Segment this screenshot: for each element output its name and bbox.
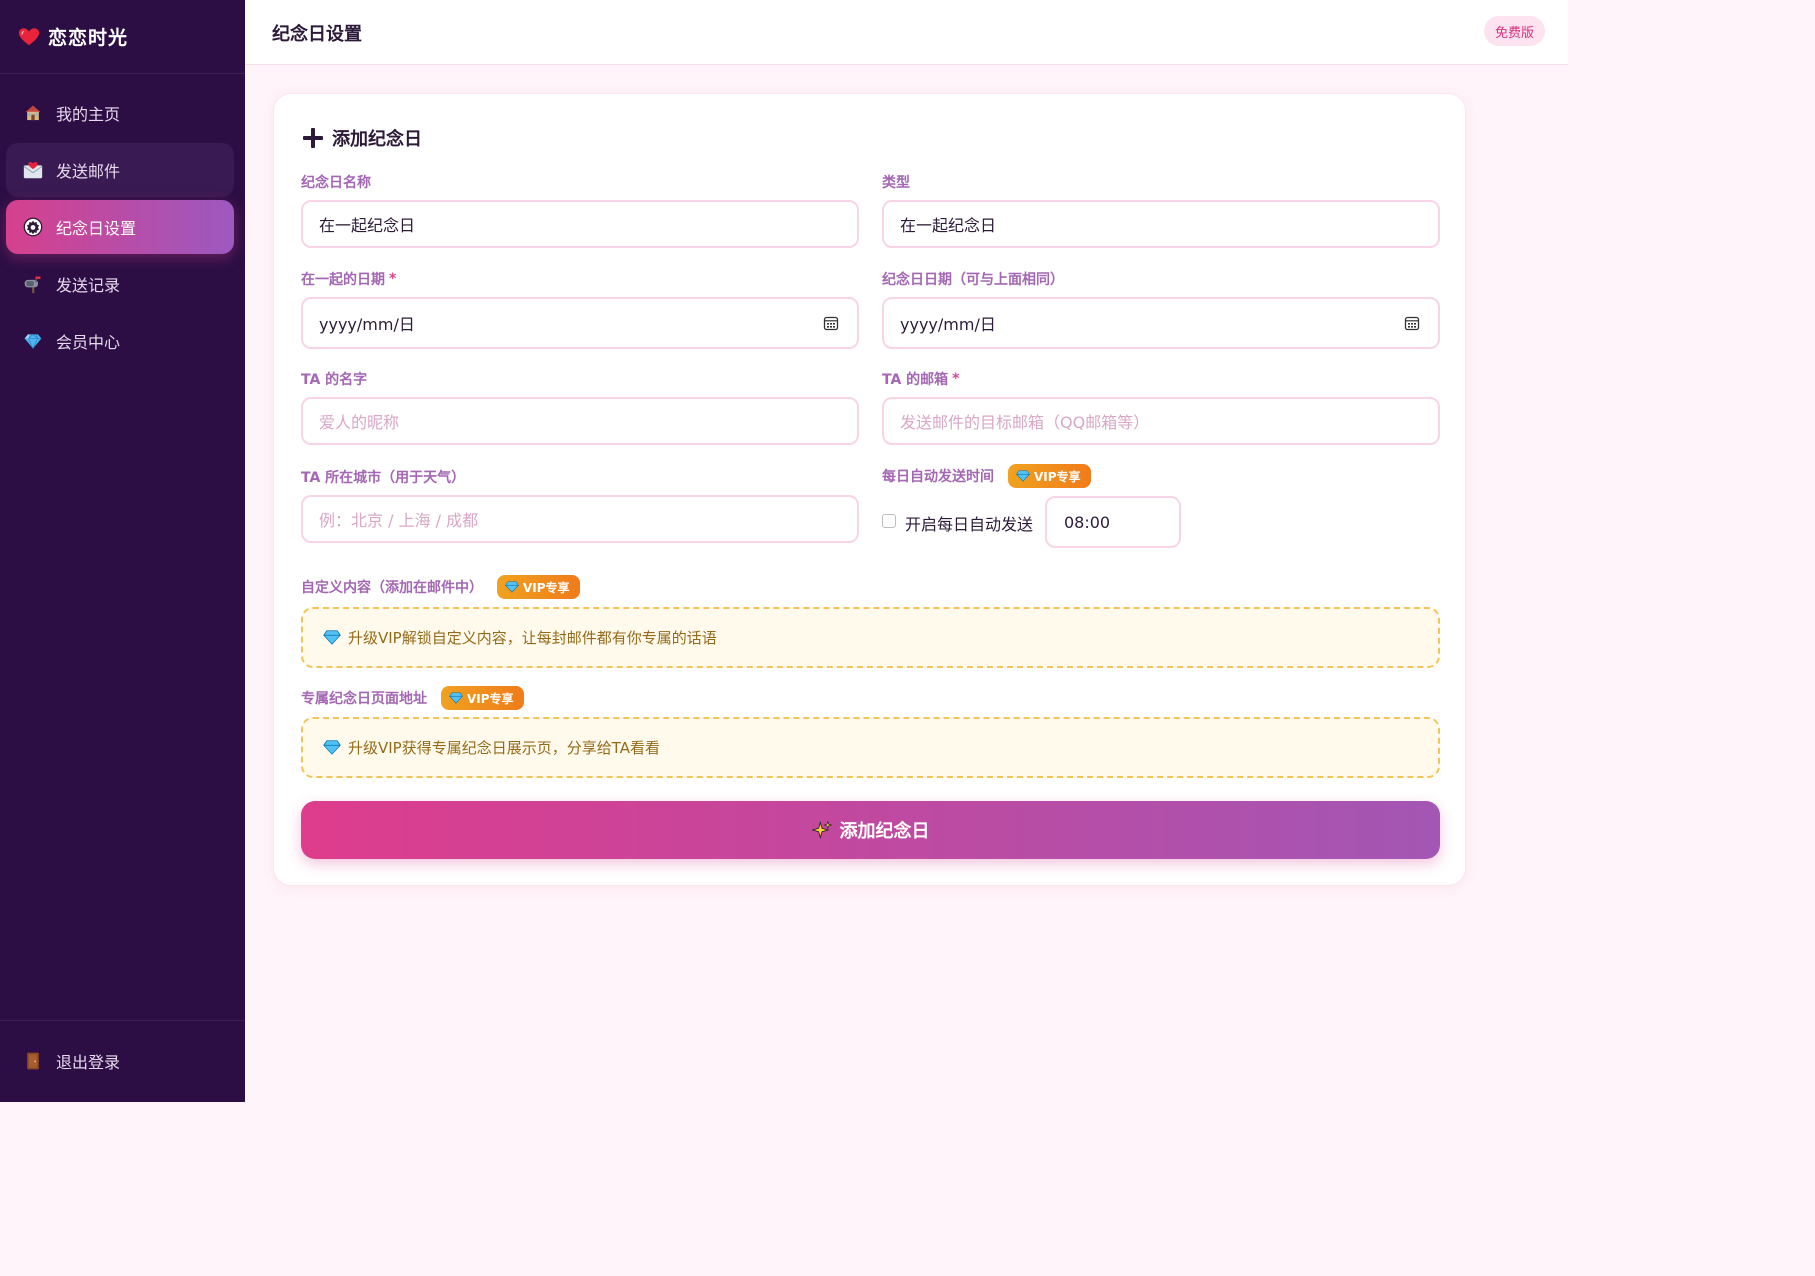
- heart-icon: [18, 26, 40, 48]
- ta-email-label: TA 的邮箱 *: [882, 371, 960, 388]
- logout-label: 退出登录: [56, 1053, 121, 1072]
- vip-badge: VIP专享: [441, 686, 524, 710]
- brand-title: 恋恋时光: [48, 27, 129, 49]
- sidebar-item-membership[interactable]: 会员中心: [6, 314, 234, 368]
- brand[interactable]: 恋恋时光: [0, 0, 245, 74]
- gem-icon: [323, 740, 341, 755]
- sidebar-item-send-history[interactable]: 发送记录: [6, 257, 234, 311]
- type-select[interactable]: 在一起纪念日: [882, 200, 1440, 248]
- ta-name-label: TA 的名字: [301, 372, 368, 388]
- sidebar: 恋恋时光 我的主页 发送邮件 纪念日设置 发送记录 会员中心 退出登录: [0, 0, 245, 1102]
- sidebar-nav: 我的主页 发送邮件 纪念日设置 发送记录 会员中心: [0, 74, 245, 368]
- auto-send-checkbox[interactable]: [882, 514, 896, 528]
- logout-button[interactable]: 退出登录: [22, 1049, 120, 1073]
- together-date-input[interactable]: yyyy/mm/日: [301, 297, 859, 349]
- sidebar-item-label: 我的主页: [56, 105, 121, 124]
- calendar-icon[interactable]: [1404, 315, 1420, 331]
- sidebar-item-label: 发送记录: [56, 276, 121, 295]
- page-url-upsell[interactable]: 升级VIP获得专属纪念日展示页，分享给TA看看: [301, 717, 1440, 778]
- anniversary-date-label: 纪念日日期（可与上面相同）: [882, 272, 1064, 288]
- sidebar-item-home[interactable]: 我的主页: [6, 86, 234, 140]
- card-title: 添加纪念日: [302, 125, 422, 151]
- page-title: 纪念日设置: [272, 24, 362, 45]
- custom-content-upsell[interactable]: 升级VIP解锁自定义内容，让每封邮件都有你专属的话语: [301, 607, 1440, 668]
- ta-city-input[interactable]: 例：北京 / 上海 / 成都: [301, 495, 859, 543]
- gem-icon: [323, 630, 341, 645]
- auto-send-time-input[interactable]: 08:00: [1045, 496, 1181, 548]
- auto-send-checkbox-label[interactable]: 开启每日自动发送: [905, 511, 1033, 535]
- anniversary-date-input[interactable]: yyyy/mm/日: [882, 297, 1440, 349]
- required-mark: *: [952, 371, 960, 387]
- add-anniversary-button[interactable]: 添加纪念日: [301, 801, 1440, 859]
- sidebar-item-label: 纪念日设置: [56, 219, 137, 238]
- custom-content-label: 自定义内容（添加在邮件中） VIP专享: [301, 575, 580, 599]
- required-mark: *: [389, 271, 397, 287]
- type-label: 类型: [882, 175, 910, 191]
- door-icon: [22, 1050, 44, 1072]
- gem-icon: [449, 692, 463, 704]
- sidebar-footer: 退出登录: [0, 1020, 245, 1102]
- vip-badge: VIP专享: [497, 575, 580, 599]
- gear-icon: [22, 216, 44, 238]
- anniversary-name-input[interactable]: 在一起纪念日: [301, 200, 859, 248]
- gem-icon: [505, 581, 519, 593]
- calendar-icon[interactable]: [823, 315, 839, 331]
- sidebar-item-send-mail[interactable]: 发送邮件: [6, 143, 234, 197]
- envelope-heart-icon: [22, 159, 44, 181]
- house-icon: [22, 102, 44, 124]
- ta-email-input[interactable]: 发送邮件的目标邮箱（QQ邮箱等）: [882, 397, 1440, 445]
- sidebar-item-label: 发送邮件: [56, 162, 121, 181]
- sidebar-item-label: 会员中心: [56, 333, 121, 352]
- add-anniversary-card: 添加纪念日 纪念日名称 在一起纪念日 类型 在一起纪念日 在一起的日期 * yyy…: [273, 93, 1466, 886]
- gem-icon: [22, 330, 44, 352]
- ta-city-label: TA 所在城市（用于天气）: [301, 470, 466, 486]
- anniversary-name-label: 纪念日名称: [301, 175, 371, 191]
- page-url-label: 专属纪念日页面地址 VIP专享: [301, 686, 524, 710]
- plus-icon: [302, 127, 324, 149]
- sparkles-icon: [811, 820, 832, 840]
- ta-name-input[interactable]: 爱人的昵称: [301, 397, 859, 445]
- plan-badge[interactable]: 免费版: [1483, 16, 1545, 46]
- top-header: 纪念日设置 免费版: [245, 0, 1568, 65]
- auto-send-label: 每日自动发送时间 VIP专享: [882, 464, 1091, 488]
- mailbox-icon: [22, 273, 44, 295]
- sidebar-item-anniversary-settings[interactable]: 纪念日设置: [6, 200, 234, 254]
- vip-badge: VIP专享: [1008, 464, 1091, 488]
- together-date-label: 在一起的日期 *: [301, 271, 397, 288]
- gem-icon: [1016, 470, 1030, 482]
